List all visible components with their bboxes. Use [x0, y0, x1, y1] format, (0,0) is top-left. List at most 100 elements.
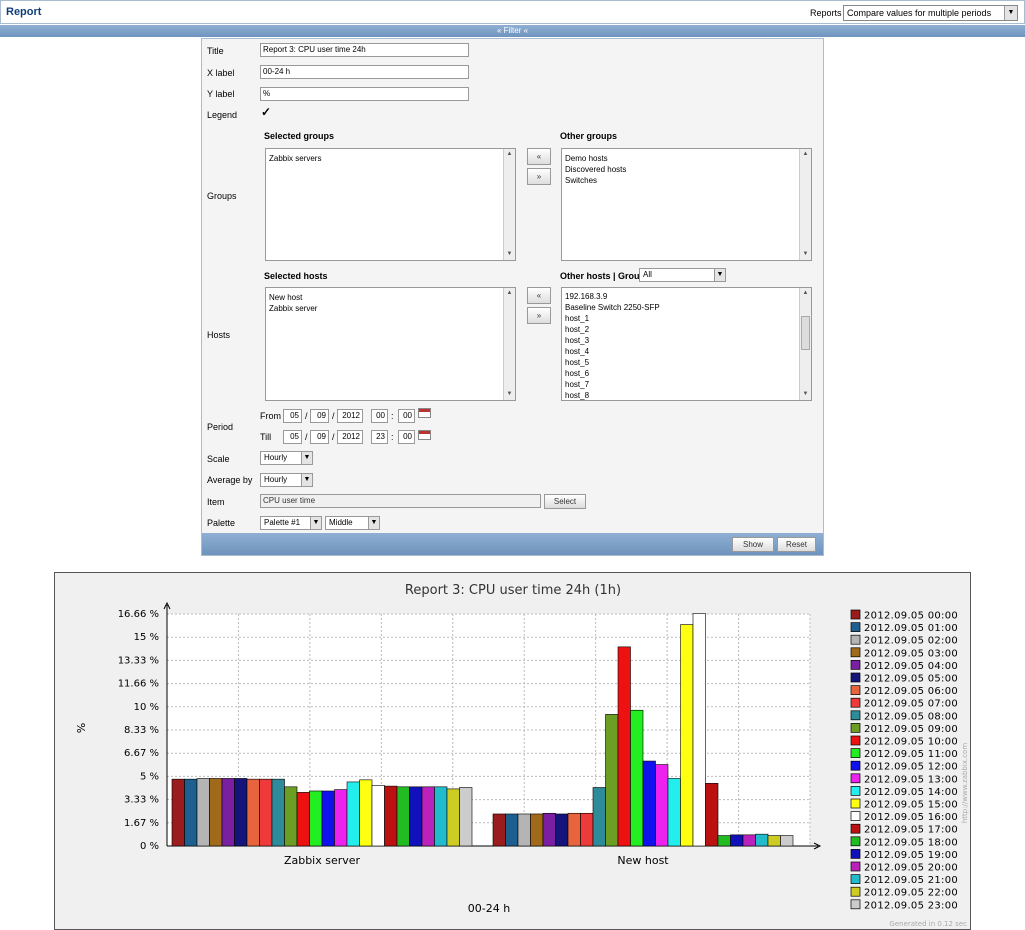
host-group-select[interactable]: All ▼: [639, 268, 726, 282]
till-hour-input[interactable]: 23: [371, 430, 388, 444]
bar: [555, 813, 569, 847]
bar: [396, 786, 410, 847]
list-item[interactable]: Zabbix server: [269, 303, 512, 314]
legend-swatch: [850, 660, 861, 670]
till-day-input[interactable]: 05: [283, 430, 302, 444]
ylabel-label: Y label: [207, 89, 235, 99]
x-axis-label: 00-24 h: [468, 902, 510, 915]
list-item[interactable]: host_2: [565, 324, 808, 335]
host-group-value: All: [643, 270, 652, 279]
from-hour-input[interactable]: 00: [371, 409, 388, 423]
dropdown-arrow-icon: ▼: [301, 452, 312, 464]
average-label: Average by: [207, 475, 253, 485]
from-year-input[interactable]: 2012: [337, 409, 363, 423]
selected-hosts-list[interactable]: New host Zabbix server ▲ ▼: [265, 287, 516, 401]
till-year-input[interactable]: 2012: [337, 430, 363, 444]
list-item[interactable]: host_4: [565, 346, 808, 357]
list-item[interactable]: Switches: [565, 175, 808, 186]
scroll-down-icon[interactable]: ▼: [800, 389, 811, 400]
move-host-right-button[interactable]: »: [527, 307, 551, 324]
legend-swatch: [850, 836, 861, 847]
scroll-up-icon[interactable]: ▲: [800, 149, 811, 160]
watermark: http://www.zabbix.com: [961, 743, 969, 823]
ylabel-input[interactable]: %: [260, 87, 469, 101]
date-separator: /: [332, 411, 335, 421]
bar: [246, 778, 260, 847]
other-hosts-list[interactable]: 192.168.3.9 Baseline Switch 2250-SFP hos…: [561, 287, 812, 401]
legend-swatch: [850, 609, 861, 620]
bar: [680, 624, 694, 847]
list-item[interactable]: host_7: [565, 379, 808, 390]
item-input[interactable]: CPU user time: [260, 494, 541, 508]
bar: [434, 786, 448, 847]
other-groups-list[interactable]: Demo hosts Discovered hosts Switches ▲ ▼: [561, 148, 812, 261]
move-host-left-button[interactable]: «: [527, 287, 551, 304]
y-tick-label: 13.33 %: [118, 655, 159, 666]
scroll-down-icon[interactable]: ▼: [800, 249, 811, 260]
legend-entry: 2012.09.05 05:00: [864, 674, 958, 685]
scale-select[interactable]: Hourly ▼: [260, 451, 313, 465]
calendar-icon[interactable]: [418, 408, 431, 418]
palette-select[interactable]: Palette #1 ▼: [260, 516, 322, 530]
from-minute-input[interactable]: 00: [398, 409, 415, 423]
list-item[interactable]: 192.168.3.9: [565, 291, 808, 302]
filter-toggle[interactable]: « Filter «: [0, 25, 1025, 37]
scroll-up-icon[interactable]: ▲: [504, 149, 515, 160]
scrollbar[interactable]: ▲ ▼: [799, 288, 811, 400]
bar: [630, 709, 644, 847]
reset-button[interactable]: Reset: [777, 537, 816, 552]
calendar-icon[interactable]: [418, 430, 431, 440]
legend-swatch: [850, 886, 861, 897]
palette-mode-select[interactable]: Middle ▼: [325, 516, 380, 530]
list-item[interactable]: Baseline Switch 2250-SFP: [565, 302, 808, 313]
average-value: Hourly: [264, 475, 288, 484]
scale-label: Scale: [207, 454, 230, 464]
average-select[interactable]: Hourly ▼: [260, 473, 313, 487]
legend-entry: 2012.09.05 04:00: [864, 661, 958, 672]
list-item[interactable]: Zabbix servers: [269, 153, 512, 164]
list-item[interactable]: host_8: [565, 390, 808, 401]
list-item[interactable]: host_1: [565, 313, 808, 324]
scrollbar[interactable]: ▲ ▼: [503, 149, 515, 260]
till-minute-input[interactable]: 00: [398, 430, 415, 444]
scrollbar[interactable]: ▲ ▼: [799, 149, 811, 260]
scroll-up-icon[interactable]: ▲: [504, 288, 515, 299]
legend-swatch: [850, 786, 861, 796]
bar: [259, 778, 273, 847]
legend-checkbox[interactable]: ✓: [261, 106, 273, 118]
title-input[interactable]: Report 3: CPU user time 24h: [260, 43, 469, 57]
y-tick-label: 0 %: [140, 841, 159, 852]
scroll-down-icon[interactable]: ▼: [504, 249, 515, 260]
scrollbar[interactable]: ▲ ▼: [503, 288, 515, 400]
reports-select[interactable]: Compare values for multiple periods ▼: [843, 5, 1018, 21]
legend-swatch: [850, 874, 861, 884]
move-group-left-button[interactable]: «: [527, 148, 551, 165]
selected-groups-list[interactable]: Zabbix servers ▲ ▼: [265, 148, 516, 261]
till-month-input[interactable]: 09: [310, 430, 329, 444]
bar: [517, 813, 531, 847]
list-item[interactable]: Demo hosts: [565, 153, 808, 164]
from-month-input[interactable]: 09: [310, 409, 329, 423]
list-item[interactable]: New host: [269, 292, 512, 303]
scroll-up-icon[interactable]: ▲: [800, 288, 811, 299]
scroll-thumb[interactable]: [801, 316, 810, 350]
from-day-input[interactable]: 05: [283, 409, 302, 423]
legend-entry: 2012.09.05 12:00: [864, 762, 958, 773]
till-label: Till: [260, 432, 272, 442]
legend-entry: 2012.09.05 18:00: [864, 837, 958, 848]
list-item[interactable]: host_5: [565, 357, 808, 368]
list-item[interactable]: host_6: [565, 368, 808, 379]
legend-entry: 2012.09.05 16:00: [864, 812, 958, 823]
legend-entry: 2012.09.05 10:00: [864, 737, 958, 748]
bar: [384, 785, 398, 847]
select-item-button[interactable]: Select: [544, 494, 586, 509]
legend-label: Legend: [207, 110, 238, 120]
xlabel-input[interactable]: 00-24 h: [260, 65, 469, 79]
list-item[interactable]: Discovered hosts: [565, 164, 808, 175]
show-button[interactable]: Show: [732, 537, 774, 552]
bar: [655, 764, 669, 847]
list-item[interactable]: host_3: [565, 335, 808, 346]
scroll-down-icon[interactable]: ▼: [504, 389, 515, 400]
date-separator: /: [305, 432, 308, 442]
move-group-right-button[interactable]: »: [527, 168, 551, 185]
